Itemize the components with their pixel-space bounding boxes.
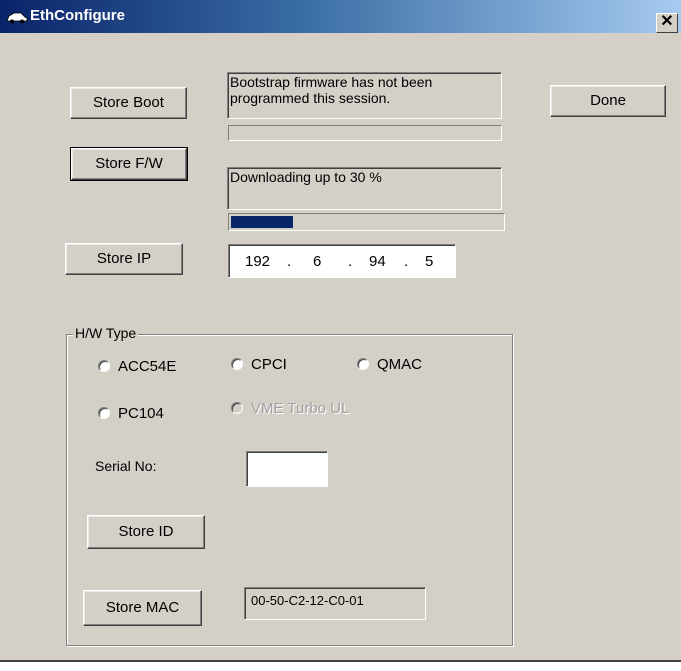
ip-address-field[interactable]: 192 . 6 . 94 . 5 [228,244,456,278]
ip-dot-2: . [348,253,353,270]
car-icon [6,12,28,24]
fw-status-text: Downloading up to 30 % [227,167,502,210]
radio-vme-turbo-ul: VME Turbo UL [231,400,371,418]
store-fw-button[interactable]: Store F/W [70,147,188,181]
radio-acc54e-circle[interactable] [98,360,110,372]
store-ip-button[interactable]: Store IP [65,243,183,275]
radio-qmac-circle[interactable] [357,358,369,370]
radio-pc104-label: PC104 [118,405,164,422]
boot-progress-bar [228,125,502,141]
radio-vme-circle [231,402,243,414]
ip-octet-3[interactable]: 94 [369,253,386,270]
title-bar[interactable]: EthConfigure ✕ [0,0,681,33]
serial-no-input[interactable] [246,451,328,487]
radio-qmac[interactable]: QMAC [357,356,447,374]
radio-acc54e-label: ACC54E [118,358,177,375]
store-fw-label: Store F/W [95,155,163,172]
radio-pc104-circle[interactable] [98,407,110,419]
store-ip-label: Store IP [96,250,152,267]
ip-octet-4[interactable]: 5 [425,253,433,270]
radio-acc54e[interactable]: ACC54E [98,358,208,376]
ip-dot-1: . [287,253,292,270]
store-boot-button[interactable]: Store Boot [70,87,187,119]
fw-progress-bar [228,213,505,231]
fw-status-label: Downloading up to 30 % [230,169,382,185]
store-id-button[interactable]: Store ID [87,515,205,549]
ip-octet-2[interactable]: 6 [313,253,321,270]
store-mac-label: Store MAC [105,599,180,616]
boot-status-text: Bootstrap firmware has not been programm… [227,72,502,119]
boot-status-label: Bootstrap firmware has not been programm… [230,74,433,106]
mac-address-value: 00-50-C2-12-C0-01 [251,593,364,608]
radio-cpci[interactable]: CPCI [231,356,311,374]
radio-vme-label: VME Turbo UL [251,400,350,417]
radio-cpci-circle[interactable] [231,358,243,370]
serial-no-label: Serial No: [95,458,157,474]
done-button[interactable]: Done [550,85,666,117]
store-mac-button[interactable]: Store MAC [83,590,202,626]
hw-type-group-label: H/W Type [73,325,139,341]
mac-address-display: 00-50-C2-12-C0-01 [244,587,426,620]
eth-configure-dialog: EthConfigure ✕ Store Boot Bootstrap firm… [0,0,681,662]
radio-qmac-label: QMAC [377,356,422,373]
ip-octet-1[interactable]: 192 [245,253,270,270]
store-id-label: Store ID [118,523,174,540]
close-icon: ✕ [660,13,674,30]
radio-pc104[interactable]: PC104 [98,405,198,423]
fw-progress-fill [231,216,293,228]
ip-dot-3: . [404,253,409,270]
done-label: Done [590,92,626,109]
dialog-bottom-edge [0,660,681,662]
window-title: EthConfigure [30,7,125,24]
radio-cpci-label: CPCI [251,356,287,373]
close-button[interactable]: ✕ [656,13,678,33]
store-boot-label: Store Boot [93,94,164,111]
